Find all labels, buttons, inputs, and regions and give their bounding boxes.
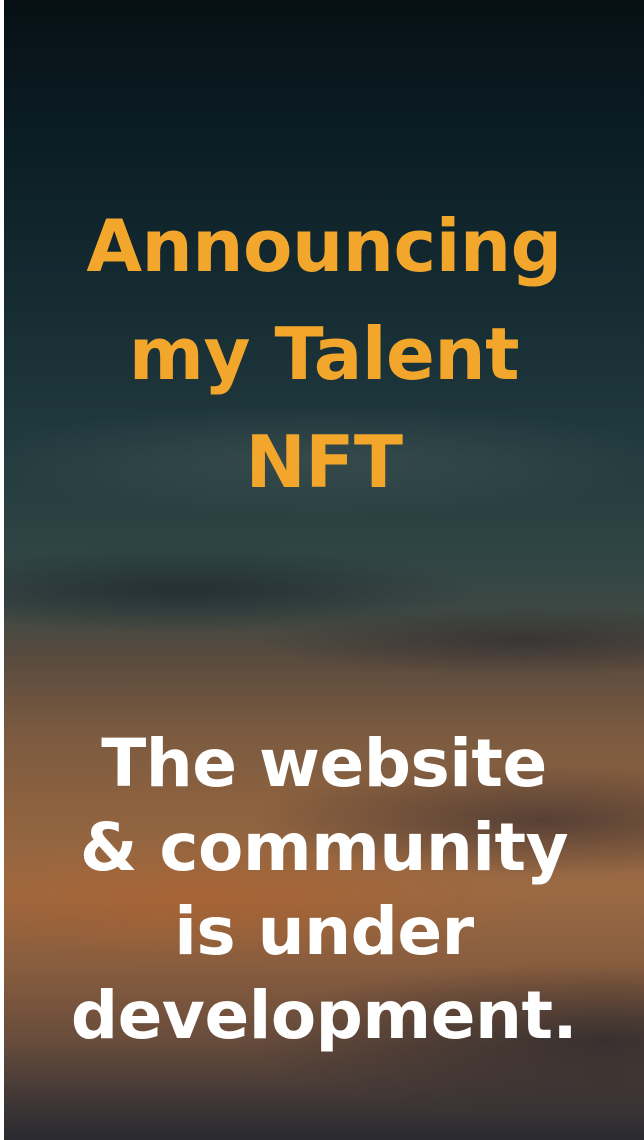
development-message: The website & community is under develop… bbox=[4, 722, 644, 1058]
message-line: & community bbox=[79, 809, 569, 886]
headline-line: Announcing bbox=[86, 204, 562, 288]
message-line: is under bbox=[174, 893, 474, 970]
message-line: The website bbox=[101, 725, 547, 802]
headline-line: NFT bbox=[245, 420, 403, 504]
headline-line: my Talent bbox=[128, 312, 520, 396]
announcement-headline: Announcing my Talent NFT bbox=[4, 192, 644, 516]
announcement-card: Announcing my Talent NFT The website & c… bbox=[4, 0, 644, 1140]
message-line: development. bbox=[70, 977, 578, 1054]
